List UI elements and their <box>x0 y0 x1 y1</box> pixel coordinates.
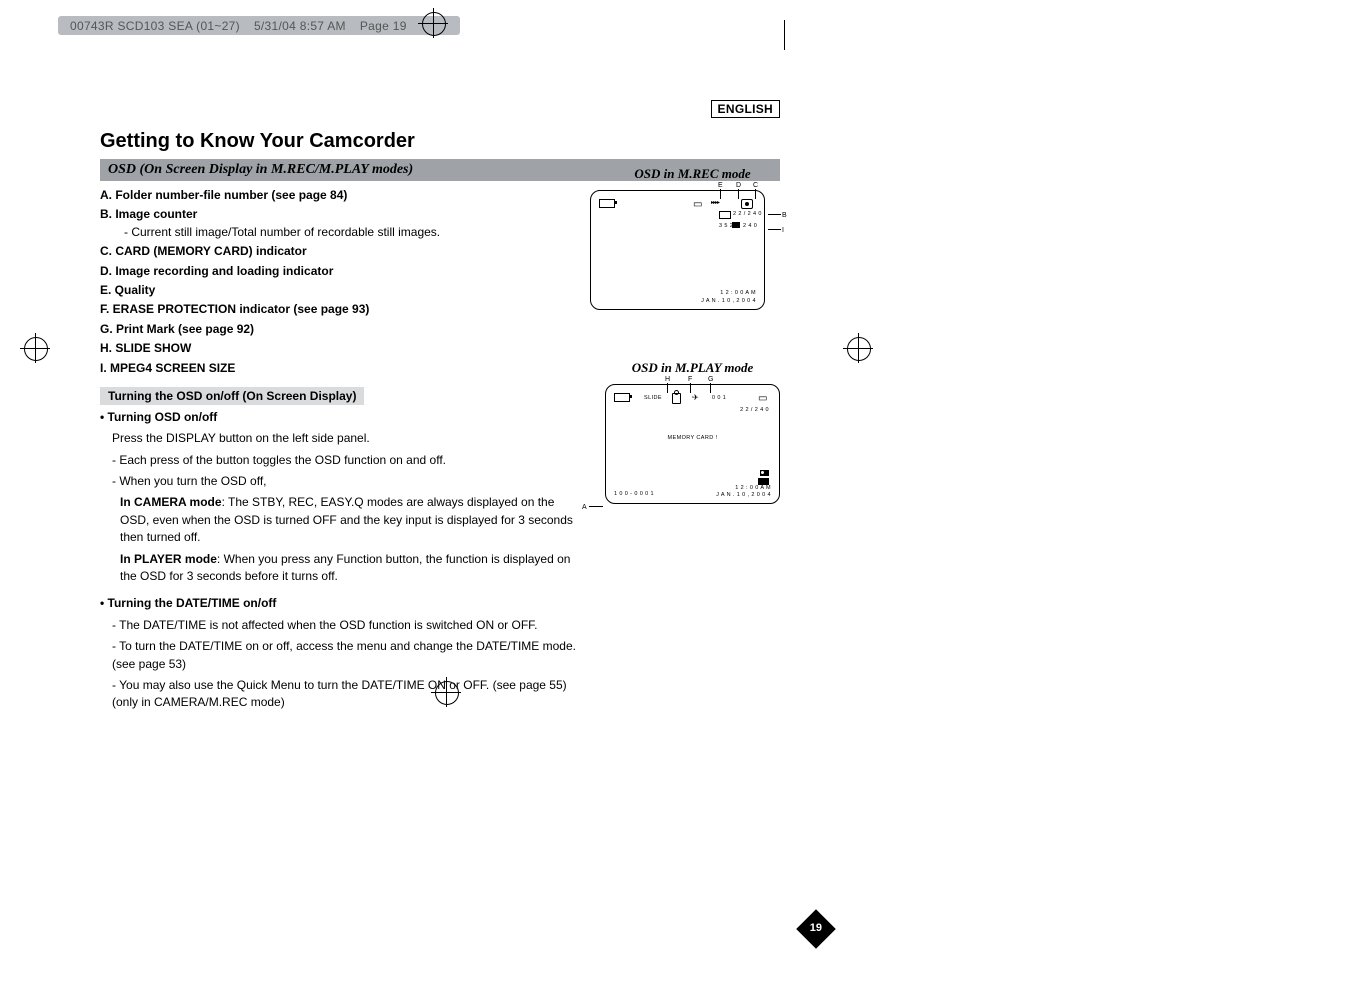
callout-e: E <box>718 182 723 189</box>
mrec-counter: 2 2 / 2 4 0 <box>733 211 762 217</box>
osd-item-list: A. Folder number-file number (see page 8… <box>100 187 520 377</box>
callout-c: C <box>753 182 758 189</box>
crop-mark-icon <box>843 333 873 363</box>
osd-item-i: I. MPEG4 SCREEN SIZE <box>100 360 520 377</box>
trim-mark-icon <box>784 20 785 50</box>
print-icon: ✈ <box>692 393 699 402</box>
mrec-time: 1 2 : 0 0 A M <box>720 290 756 296</box>
card-indicator-icon <box>741 199 753 209</box>
camera-mode-text: In CAMERA mode: The STBY, REC, EASY.Q mo… <box>120 494 580 546</box>
osd-item-a: A. Folder number-file number (see page 8… <box>100 187 520 204</box>
osd-onoff-body: • Turning OSD on/off Press the DISPLAY b… <box>100 405 580 712</box>
quality-icon: ▸▸▸▸ <box>711 199 719 206</box>
turning-osd-heading: • Turning OSD on/off <box>100 409 580 426</box>
mrec-size2: 2 4 0 <box>743 223 757 229</box>
lcd-mplay: SLIDE ✈ 0 0 1 ▭ 2 2 / 2 4 0 MEMORY CARD … <box>605 384 780 504</box>
mplay-date: J A N . 1 0 , 2 0 0 4 <box>716 492 771 498</box>
callout-d: D <box>736 182 741 189</box>
print-job-date: 5/31/04 8:57 AM <box>254 19 346 33</box>
figure-mplay-title: OSD in M.PLAY mode <box>590 360 795 376</box>
figure-mrec: OSD in M.REC mode E D C B I ▭ ▸▸▸▸ <box>590 166 795 310</box>
section-title: Getting to Know Your Camcorder <box>100 118 780 153</box>
osd-item-f: F. ERASE PROTECTION indicator (see page … <box>100 301 520 318</box>
datetime-line1: - The DATE/TIME is not affected when the… <box>112 617 580 634</box>
mrec-date: J A N . 1 0 , 2 0 0 4 <box>701 298 756 304</box>
turning-datetime-heading: • Turning the DATE/TIME on/off <box>100 595 580 612</box>
print-job-name: 00743R SCD103 SEA (01~27) <box>70 19 240 33</box>
callout-h: H <box>665 376 670 383</box>
lcd-mrec: ▭ ▸▸▸▸ 2 2 / 2 4 0 3 5 2 2 4 0 1 2 : 0 0… <box>590 190 765 310</box>
battery-icon <box>614 393 630 402</box>
mplay-slide: SLIDE <box>644 395 662 401</box>
mplay-memcard: MEMORY CARD ! <box>606 435 779 441</box>
callout-b: B <box>782 212 787 219</box>
print-job-header: 00743R SCD103 SEA (01~27) 5/31/04 8:57 A… <box>58 16 460 35</box>
format-icon <box>758 478 769 485</box>
camera-mode-label: In CAMERA mode <box>120 495 222 509</box>
page-content: ENGLISH Getting to Know Your Camcorder O… <box>100 100 780 712</box>
osd-item-h: H. SLIDE SHOW <box>100 340 520 357</box>
osd-onoff-line1: Press the DISPLAY button on the left sid… <box>112 430 580 447</box>
callout-g: G <box>708 376 713 383</box>
lock-icon <box>672 393 681 404</box>
osd-item-g: G. Print Mark (see page 92) <box>100 321 520 338</box>
page-number: 19 <box>810 922 822 992</box>
print-job-page: Page 19 <box>360 19 407 33</box>
callout-i: I <box>782 227 784 234</box>
player-mode-text: In PLAYER mode: When you press any Funct… <box>120 551 580 586</box>
card-icon: ▭ <box>758 393 766 404</box>
language-label: ENGLISH <box>711 100 780 118</box>
crop-mark-icon <box>20 333 50 363</box>
osd-item-b: B. Image counter <box>100 206 520 223</box>
datetime-line2: - To turn the DATE/TIME on or off, acces… <box>112 638 580 673</box>
card-icon: ▭ <box>693 199 701 210</box>
figure-mrec-title: OSD in M.REC mode <box>590 166 795 182</box>
osd-onoff-line3: - When you turn the OSD off, <box>112 473 580 490</box>
protect-icon <box>760 470 769 476</box>
mplay-time: 1 2 : 0 0 A M <box>735 485 771 491</box>
datetime-line3: - You may also use the Quick Menu to tur… <box>112 677 580 712</box>
osd-item-d: D. Image recording and loading indicator <box>100 263 520 280</box>
callout-a: A <box>582 504 587 511</box>
picture-counter-icon <box>719 211 731 219</box>
osd-item-b-sub: - Current still image/Total number of re… <box>124 224 520 241</box>
osd-onoff-line2: - Each press of the button toggles the O… <box>112 452 580 469</box>
player-mode-label: In PLAYER mode <box>120 552 217 566</box>
mplay-folder: 1 0 0 - 0 0 0 1 <box>614 491 654 497</box>
mplay-num: 0 0 1 <box>712 395 726 401</box>
osd-item-e: E. Quality <box>100 282 520 299</box>
mplay-counter: 2 2 / 2 4 0 <box>740 407 769 413</box>
osd-item-c: C. CARD (MEMORY CARD) indicator <box>100 243 520 260</box>
grey-bar-osd-onoff: Turning the OSD on/off (On Screen Displa… <box>100 387 364 405</box>
callout-f: F <box>688 376 692 383</box>
screen-size-icon <box>732 222 740 228</box>
figure-mplay: OSD in M.PLAY mode H F G A SLIDE ✈ 0 0 1… <box>590 360 795 504</box>
battery-icon <box>599 199 615 208</box>
